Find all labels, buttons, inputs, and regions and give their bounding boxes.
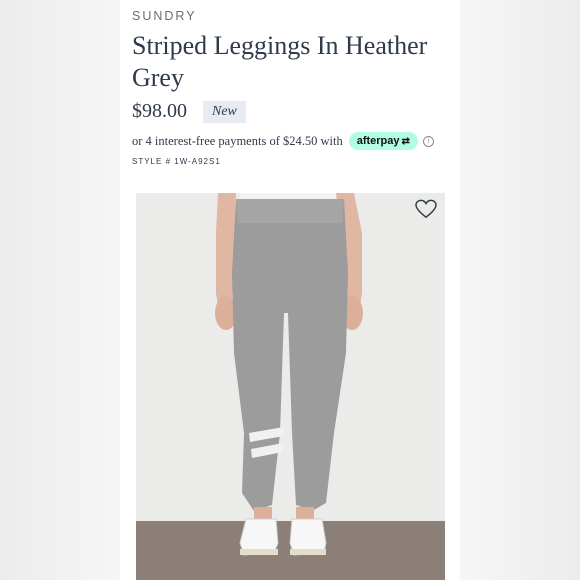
afterpay-logo-text: afterpay (356, 135, 400, 147)
afterpay-row: or 4 interest-free payments of $24.50 wi… (132, 132, 434, 150)
background-left (0, 0, 120, 580)
price-row: $98.00 New (132, 100, 246, 123)
heart-icon[interactable] (415, 199, 437, 219)
background-right (460, 0, 580, 580)
product-card: SUNDRY Striped Leggings In Heather Grey … (120, 0, 460, 580)
product-image[interactable] (136, 193, 445, 580)
product-price: $98.00 (132, 100, 187, 122)
new-badge: New (203, 100, 246, 123)
afterpay-arrows-icon: ⇄ (401, 135, 410, 147)
info-icon[interactable]: i (422, 135, 434, 147)
brand-name[interactable]: SUNDRY (132, 9, 197, 23)
product-title: Striped Leggings In Heather Grey (132, 31, 428, 92)
style-number: STYLE # 1W-A92S1 (132, 157, 221, 166)
afterpay-logo[interactable]: afterpay ⇄ (348, 132, 418, 150)
product-photo-illustration (136, 193, 445, 580)
installments-text: or 4 interest-free payments of $24.50 wi… (132, 133, 343, 148)
